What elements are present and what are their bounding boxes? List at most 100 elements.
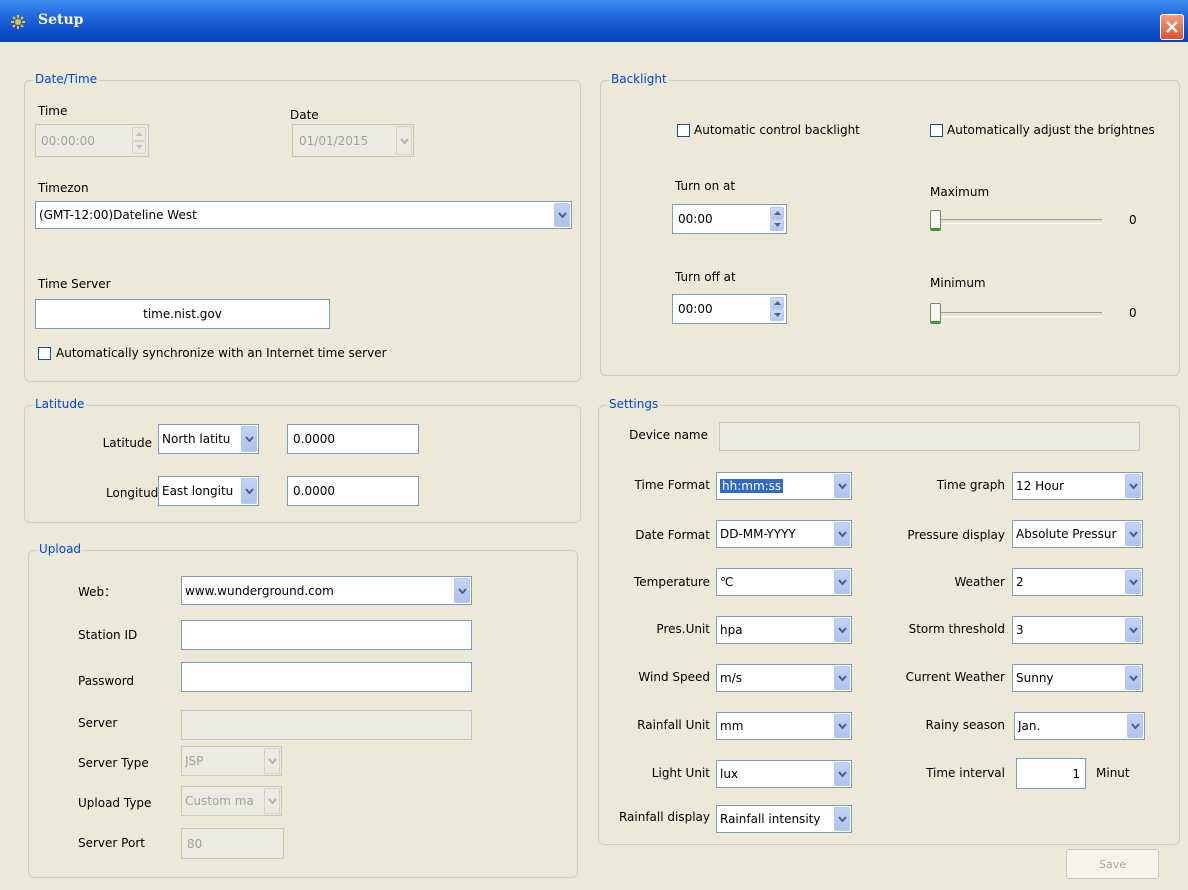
rainfall-display-label: Rainfall display xyxy=(618,810,710,824)
turn-on-value: 00:00 xyxy=(678,212,713,226)
chevron-down-icon[interactable] xyxy=(834,762,850,786)
longitude-direction-select[interactable]: East longitu xyxy=(158,476,259,506)
storm-threshold-value: 3 xyxy=(1016,623,1024,637)
auto-backlight-checkbox[interactable] xyxy=(677,124,690,137)
date-format-select[interactable]: DD-MM-YYYY xyxy=(716,520,852,548)
chevron-down-icon[interactable] xyxy=(396,126,412,155)
app-icon xyxy=(11,15,25,29)
latitude-legend: Latitude xyxy=(33,397,87,411)
time-field[interactable]: 00:00:00 xyxy=(35,124,149,157)
current-weather-select[interactable]: Sunny xyxy=(1012,664,1143,692)
time-format-value: hh:mm:ss xyxy=(720,473,831,499)
web-select[interactable]: www.wunderground.com xyxy=(181,576,472,605)
sync-label: Automatically synchronize with an Intern… xyxy=(56,346,387,360)
spin-up-icon[interactable] xyxy=(770,297,784,309)
wind-speed-select[interactable]: m/s xyxy=(716,664,852,692)
storm-threshold-select[interactable]: 3 xyxy=(1012,616,1143,644)
date-value: 01/01/2015 xyxy=(299,133,369,148)
maximum-slider-track[interactable] xyxy=(934,219,1102,224)
wind-speed-label: Wind Speed xyxy=(638,670,710,684)
date-label: Date xyxy=(290,108,319,122)
chevron-down-icon[interactable] xyxy=(1125,666,1141,690)
spin-down-icon[interactable] xyxy=(132,140,146,154)
station-id-input[interactable] xyxy=(181,620,472,650)
chevron-down-icon[interactable] xyxy=(1125,570,1141,594)
turn-on-spinner[interactable] xyxy=(770,207,784,231)
minimum-value: 0 xyxy=(1129,306,1137,320)
timezone-select[interactable]: (GMT-12:00)Dateline West xyxy=(35,201,572,229)
time-server-input[interactable]: time.nist.gov xyxy=(35,299,330,329)
chevron-down-icon[interactable] xyxy=(834,570,850,594)
rainy-season-value: Jan. xyxy=(1018,719,1041,733)
rainy-season-select[interactable]: Jan. xyxy=(1014,712,1145,740)
chevron-down-icon[interactable] xyxy=(264,748,280,774)
chevron-down-icon[interactable] xyxy=(1125,474,1141,498)
turn-off-label: Turn off at xyxy=(675,270,736,284)
close-button[interactable] xyxy=(1160,14,1184,40)
chevron-down-icon[interactable] xyxy=(1127,714,1143,738)
web-label: Web： xyxy=(78,585,117,599)
spin-up-icon[interactable] xyxy=(770,207,784,219)
turn-off-time-field[interactable]: 00:00 xyxy=(672,294,787,324)
chevron-down-icon[interactable] xyxy=(554,203,570,227)
spin-up-icon[interactable] xyxy=(132,127,146,141)
time-spinner[interactable] xyxy=(132,127,146,154)
turn-off-spinner[interactable] xyxy=(770,297,784,321)
longitude-input[interactable]: 0.0000 xyxy=(287,476,419,506)
chevron-down-icon[interactable] xyxy=(834,666,850,690)
minimum-slider-track[interactable] xyxy=(934,312,1102,317)
turn-on-time-field[interactable]: 00:00 xyxy=(672,204,787,234)
time-interval-input[interactable]: 1 xyxy=(1016,758,1086,789)
chevron-down-icon[interactable] xyxy=(454,578,470,603)
upload-legend: Upload xyxy=(37,542,84,556)
rainfall-display-select[interactable]: Rainfall intensity xyxy=(716,805,852,833)
light-unit-value: lux xyxy=(720,767,739,781)
save-button[interactable]: Save xyxy=(1066,849,1159,879)
server-type-select[interactable]: JSP xyxy=(181,746,282,776)
close-icon xyxy=(1166,21,1178,33)
upload-type-label: Upload Type xyxy=(78,796,152,810)
chevron-down-icon[interactable] xyxy=(241,426,257,452)
time-format-select[interactable]: hh:mm:ss xyxy=(716,472,852,500)
auto-brightness-checkbox[interactable] xyxy=(930,124,943,137)
pressure-display-select[interactable]: Absolute Pressur xyxy=(1012,520,1143,548)
latitude-direction-select[interactable]: North latitu xyxy=(158,424,259,454)
chevron-down-icon[interactable] xyxy=(834,807,850,831)
device-name-input[interactable] xyxy=(719,422,1140,451)
time-graph-label: Time graph xyxy=(936,478,1005,492)
upload-type-select[interactable]: Custom ma xyxy=(181,786,282,816)
date-format-value: DD-MM-YYYY xyxy=(720,527,796,541)
rainfall-unit-label: Rainfall Unit xyxy=(637,718,710,732)
maximum-slider-thumb[interactable] xyxy=(930,210,941,231)
date-format-label: Date Format xyxy=(635,528,710,542)
chevron-down-icon[interactable] xyxy=(264,788,280,814)
pres-unit-select[interactable]: hpa xyxy=(716,616,852,644)
chevron-down-icon[interactable] xyxy=(1125,618,1141,642)
latitude-input[interactable]: 0.0000 xyxy=(287,424,419,454)
time-graph-select[interactable]: 12 Hour xyxy=(1012,472,1143,500)
password-input[interactable] xyxy=(181,662,472,692)
chevron-down-icon[interactable] xyxy=(241,478,257,504)
current-weather-value: Sunny xyxy=(1016,671,1054,685)
temperature-select[interactable]: ℃ xyxy=(716,568,852,596)
spin-down-icon[interactable] xyxy=(770,309,784,321)
timezone-label: Timezon xyxy=(38,181,89,195)
chevron-down-icon[interactable] xyxy=(834,522,850,546)
weather-label: Weather xyxy=(954,575,1005,589)
window-title: Setup xyxy=(38,12,84,28)
chevron-down-icon[interactable] xyxy=(1125,522,1141,546)
auto-brightness-label: Automatically adjust the brightnes xyxy=(947,123,1155,137)
rainfall-unit-select[interactable]: mm xyxy=(716,712,852,740)
chevron-down-icon[interactable] xyxy=(834,618,850,642)
date-picker[interactable]: 01/01/2015 xyxy=(292,124,414,157)
chevron-down-icon[interactable] xyxy=(834,474,850,498)
chevron-down-icon[interactable] xyxy=(834,714,850,738)
minimum-slider-thumb[interactable] xyxy=(930,303,941,324)
weather-select[interactable]: 2 xyxy=(1012,568,1143,596)
upload-type-value: Custom ma xyxy=(185,794,254,808)
light-unit-select[interactable]: lux xyxy=(716,760,852,788)
sync-checkbox[interactable] xyxy=(38,347,51,360)
spin-down-icon[interactable] xyxy=(770,219,784,231)
server-port-input[interactable]: 80 xyxy=(181,828,284,859)
server-input[interactable] xyxy=(181,710,472,740)
